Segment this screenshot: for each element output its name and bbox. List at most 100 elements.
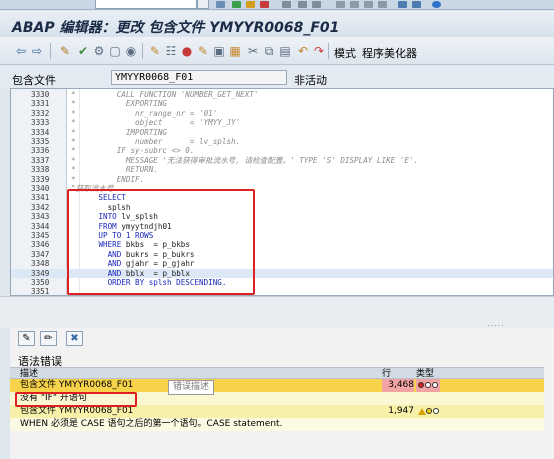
toolbar-separator [328, 43, 329, 59]
cut-icon[interactable]: ✂ [246, 44, 260, 58]
tree-icon[interactable]: ▦ [228, 44, 242, 58]
cancel-icon[interactable] [260, 1, 269, 8]
line-number: 3345 [31, 231, 50, 240]
code-text: * ENDIF. [71, 174, 145, 184]
application-toolbar: ⇦ ⇨ ✎ ✔ ⚙ ▢ ◉ ✎ ☷ ● ✎ ▣ ▦ ✂ ⧉ ▤ ↶ ↷ 模式 程… [0, 37, 554, 65]
undo-icon[interactable]: ↶ [296, 44, 310, 58]
redo-icon[interactable]: ↷ [312, 44, 326, 58]
code-text: * IMPORTING [71, 127, 168, 137]
error-panel-toolbar: ✎ ✏ ✖ [10, 328, 554, 348]
panel-splitter[interactable]: ..... [0, 296, 554, 328]
object-header: 包含文件 YMYYR0068_F01 非活动 [0, 66, 554, 88]
back-arrow-icon[interactable]: ⇦ [14, 44, 28, 58]
code-text: * number = lv_splsh. [71, 137, 241, 146]
find-next-icon[interactable] [312, 1, 321, 8]
red-lamp-icon [418, 382, 424, 388]
back-icon[interactable] [232, 1, 241, 8]
code-line[interactable]: 3334 * IMPORTING [11, 127, 553, 137]
find-icon[interactable] [298, 1, 307, 8]
error-row[interactable]: 包含文件 YMYYR0068_F01 3,468 [10, 379, 544, 392]
pattern-button[interactable]: 模式 [334, 45, 356, 61]
code-text: * IF sy-subrc <> 0. [71, 146, 195, 156]
line-number: 3344 [31, 221, 50, 231]
last-page-icon[interactable] [378, 1, 387, 8]
gray-lamp-icon [433, 408, 439, 414]
warning-line: 1,947 [388, 406, 414, 416]
close-icon[interactable]: ✖ [66, 331, 83, 346]
pretty-printer-button[interactable]: 程序美化器 [362, 45, 417, 61]
error-line: 3,468 [382, 379, 414, 392]
code-text: * CALL FUNCTION 'NUMBER_GET_NEXT' [71, 90, 259, 99]
warning-triangle-icon [416, 405, 440, 418]
line-number: 3343 [31, 212, 50, 222]
code-line[interactable]: 3336 * IF sy-subrc <> 0. [11, 146, 553, 156]
splitter-grip[interactable]: ..... [487, 319, 505, 328]
line-number: 3349 [31, 268, 50, 278]
warning-message-row[interactable]: WHEN 必须是 CASE 语句之后的第一个语句。CASE statement. [10, 418, 544, 431]
choose-icon[interactable]: ✎ [18, 331, 35, 346]
yellow-lamp-icon [426, 408, 432, 414]
code-text: * object = 'YMYY_JY' [71, 118, 241, 128]
object-status: 非活动 [294, 74, 327, 87]
command-field[interactable] [95, 0, 197, 9]
navigation-icon[interactable]: ☷ [164, 44, 178, 58]
save-icon[interactable] [216, 1, 225, 8]
line-number: 3342 [31, 202, 50, 212]
edit-pen-icon[interactable]: ✏ [40, 331, 57, 346]
help-icon[interactable] [432, 1, 441, 8]
warning-message: WHEN 必须是 CASE 语句之后的第一个语句。CASE statement. [20, 419, 283, 429]
code-line[interactable]: 3332 * nr_range_nr = '01' [11, 108, 553, 118]
first-page-icon[interactable] [336, 1, 345, 8]
paste-icon[interactable]: ▤ [278, 44, 292, 58]
line-number: 3347 [31, 249, 50, 259]
line-number: 3332 [31, 108, 50, 118]
forward-arrow-icon[interactable]: ⇨ [30, 44, 44, 58]
error-tooltip: 错误描述 [168, 380, 215, 395]
prev-page-icon[interactable] [350, 1, 359, 8]
title-bar: ABAP 编辑器：更改 包含文件 YMYYR0068_F01 [0, 11, 554, 37]
gray-lamp-icon [432, 382, 438, 388]
toolbar-separator [142, 43, 143, 59]
print-icon[interactable] [282, 1, 291, 8]
object-list-icon[interactable]: ✎ [148, 44, 162, 58]
red-light-icon [416, 379, 440, 392]
activate-icon[interactable]: ✔ [76, 44, 90, 58]
gray-lamp-icon [425, 382, 431, 388]
code-text: * RETURN. [71, 165, 158, 175]
next-page-icon[interactable] [364, 1, 373, 8]
line-number: 3333 [31, 118, 50, 128]
code-line[interactable]: 3339 * ENDIF. [11, 174, 553, 184]
check-icon[interactable]: ⚙ [92, 44, 106, 58]
shortcut-icon[interactable] [412, 1, 421, 8]
line-number: 3339 [31, 174, 50, 184]
line-number: 3350 [31, 278, 50, 287]
system-toolbar [0, 0, 554, 10]
display-change-icon[interactable]: ✎ [58, 44, 72, 58]
line-number: 3340 [31, 184, 50, 193]
command-field-dropdown[interactable] [197, 0, 209, 9]
edit-icon[interactable]: ✎ [196, 44, 210, 58]
code-text: * EXPORTING [71, 99, 168, 109]
line-number: 3338 [31, 165, 50, 175]
code-line[interactable]: 3338 * RETURN. [11, 165, 553, 175]
code-line[interactable]: 3330 * CALL FUNCTION 'NUMBER_GET_NEXT' [11, 90, 553, 99]
error-desc: 包含文件 YMYYR0068_F01 [20, 380, 134, 390]
insert-icon[interactable]: ▣ [212, 44, 226, 58]
test-icon[interactable]: ▢ [108, 44, 122, 58]
line-number: 3330 [31, 90, 50, 99]
exit-icon[interactable] [246, 1, 255, 8]
toolbar-separator [50, 43, 51, 59]
copy-icon[interactable]: ⧉ [262, 44, 276, 58]
line-number: 3337 [31, 155, 50, 165]
new-session-icon[interactable] [398, 1, 407, 8]
line-number: 3351 [31, 287, 50, 296]
code-line[interactable]: 3335 * number = lv_splsh. [11, 137, 553, 146]
include-name-field: YMYYR0068_F01 [111, 70, 287, 85]
stop-icon[interactable]: ● [180, 44, 194, 58]
code-line[interactable]: 3331 * EXPORTING [11, 99, 553, 109]
code-text: * nr_range_nr = '01' [71, 108, 218, 118]
code-text: * MESSAGE '无法获得审批流水号, 请检查配置。' TYPE 'S' D… [71, 155, 419, 165]
where-used-icon[interactable]: ◉ [124, 44, 138, 58]
code-line[interactable]: 3333 * object = 'YMYY_JY' [11, 118, 553, 128]
code-line[interactable]: 3337 * MESSAGE '无法获得审批流水号, 请检查配置。' TYPE '… [11, 155, 553, 165]
